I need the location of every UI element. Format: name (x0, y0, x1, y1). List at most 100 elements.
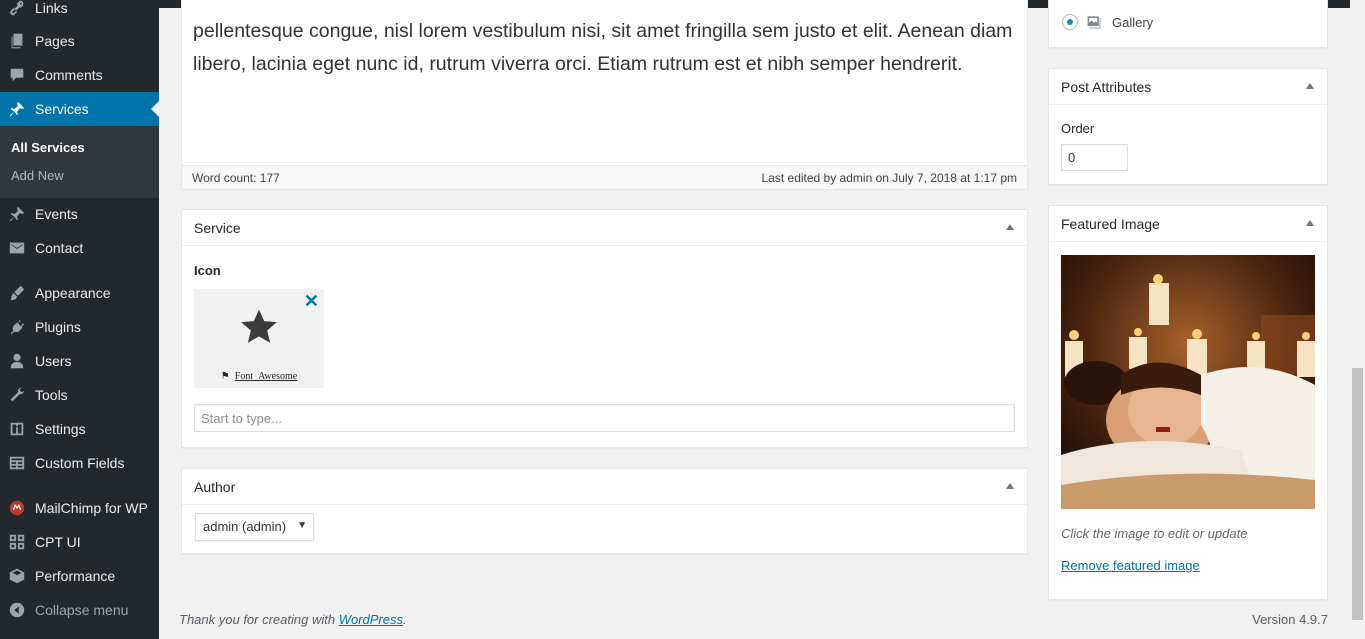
author-selected-value: admin (admin) (203, 519, 287, 534)
admin-sidebar: Links Pages Comments Services All Servic… (0, 0, 159, 639)
sidebar-item-comments[interactable]: Comments (0, 58, 159, 92)
pin-icon (7, 204, 27, 224)
sidebar-item-tools[interactable]: Tools (0, 378, 159, 412)
featured-image-thumbnail[interactable] (1061, 255, 1315, 509)
icon-search-input[interactable] (194, 404, 1015, 432)
service-metabox-header[interactable]: Service (182, 210, 1027, 246)
mailchimp-icon (7, 498, 27, 518)
featured-image-header[interactable]: Featured Image (1049, 206, 1327, 242)
order-label: Order (1061, 121, 1095, 136)
sidebar-item-label: Settings (35, 421, 86, 437)
service-metabox: Service Icon ✕ ⚑ Font_Awesome (181, 209, 1028, 448)
sidebar-item-label: MailChimp for WP (35, 500, 148, 516)
icon-source-label: Font_Awesome (234, 371, 298, 382)
sidebar-item-services[interactable]: Services (0, 92, 159, 126)
links-icon (7, 0, 27, 18)
sidebar-item-cpt-ui[interactable]: CPT UI (0, 525, 159, 559)
icon-field-label: Icon (194, 263, 221, 278)
author-metabox: Author admin (admin) ▼ (181, 468, 1028, 554)
toggle-panel-icon[interactable] (1006, 483, 1014, 489)
sidebar-item-mailchimp[interactable]: MailChimp for WP (0, 491, 159, 525)
gallery-icon (1086, 14, 1102, 30)
sidebar-item-events[interactable]: Events (0, 197, 159, 231)
post-attributes-header[interactable]: Post Attributes (1049, 69, 1327, 105)
sidebar-item-label: Performance (35, 568, 116, 584)
sidebar-item-users[interactable]: Users (0, 344, 159, 378)
brush-icon (7, 283, 27, 303)
sidebar-item-label: Events (35, 206, 78, 222)
sidebar-item-settings[interactable]: Settings (0, 412, 159, 446)
comments-icon (7, 65, 27, 85)
sidebar-item-label: Appearance (35, 285, 111, 301)
sidebar-item-performance[interactable]: Performance (0, 559, 159, 593)
sidebar-item-label: CPT UI (35, 534, 81, 550)
author-metabox-header[interactable]: Author (182, 469, 1027, 505)
mail-icon (7, 238, 27, 258)
sidebar-item-links[interactable]: Links (0, 0, 159, 25)
sidebar-item-appearance[interactable]: Appearance (0, 276, 159, 310)
footer-thanks-suffix: . (403, 612, 407, 627)
submenu-add-new[interactable]: Add New (11, 168, 64, 183)
sidebar-item-label: Tools (35, 387, 68, 403)
page-scrollbar[interactable] (1350, 0, 1365, 639)
settings-icon (7, 419, 27, 439)
toggle-panel-icon[interactable] (1306, 220, 1314, 226)
scrollbar-thumb[interactable] (1352, 368, 1363, 620)
metabox-title: Post Attributes (1061, 79, 1152, 95)
word-count: Word count: 177 (192, 171, 280, 185)
sidebar-item-label: Links (35, 0, 68, 16)
toggle-panel-icon[interactable] (1006, 224, 1014, 230)
post-attributes-metabox: Post Attributes Order 0 (1048, 68, 1328, 185)
user-icon (7, 351, 27, 371)
submenu-all-services[interactable]: All Services (11, 140, 85, 155)
editor-content[interactable]: pellentesque congue, nisl lorem vestibul… (193, 15, 1013, 80)
author-select[interactable]: admin (admin) ▼ (195, 513, 314, 541)
editor-status-bar: Word count: 177 Last edited by admin on … (182, 165, 1027, 189)
star-icon (239, 307, 279, 347)
cube-icon (7, 566, 27, 586)
footer-version: Version 4.9.7 (1252, 612, 1328, 627)
footer-thanks: Thank you for creating with WordPress. (179, 612, 407, 627)
metabox-title: Featured Image (1061, 216, 1160, 232)
toggle-panel-icon[interactable] (1306, 83, 1314, 89)
last-edited-info: Last edited by admin on July 7, 2018 at … (761, 171, 1018, 185)
metabox-title: Author (194, 479, 236, 495)
collapse-menu-button[interactable]: Collapse menu (0, 593, 159, 627)
pages-icon (7, 31, 27, 51)
sidebar-item-contact[interactable]: Contact (0, 231, 159, 265)
remove-icon-button[interactable]: ✕ (304, 291, 319, 311)
featured-image-metabox: Featured Image Click the image to edit o… (1048, 205, 1328, 600)
sidebar-item-label: Plugins (35, 319, 81, 335)
sidebar-item-label: Contact (35, 240, 84, 256)
post-editor: pellentesque congue, nisl lorem vestibul… (181, 0, 1028, 190)
featured-image-hint: Click the image to edit or update (1061, 526, 1248, 541)
sidebar-item-plugins[interactable]: Plugins (0, 310, 159, 344)
sidebar-item-custom-fields[interactable]: Custom Fields (0, 446, 159, 480)
sidebar-item-label: Pages (35, 33, 75, 49)
services-submenu: All Services Add New (0, 126, 159, 198)
wrench-icon (7, 385, 27, 405)
order-input[interactable]: 0 (1061, 144, 1128, 171)
sidebar-item-label: Comments (35, 67, 103, 83)
custom-fields-icon (7, 453, 27, 473)
sidebar-item-label: Services (35, 101, 89, 117)
metabox-title: Service (194, 220, 241, 236)
plug-icon (7, 317, 27, 337)
format-option-gallery[interactable]: Gallery (1062, 12, 1153, 32)
pin-icon (7, 99, 27, 119)
sidebar-item-pages[interactable]: Pages (0, 24, 159, 58)
flag-icon: ⚑ (220, 371, 230, 382)
gallery-radio[interactable] (1062, 14, 1078, 30)
chevron-down-icon: ▼ (297, 520, 307, 531)
sidebar-item-label: Custom Fields (35, 455, 125, 471)
icon-source-link[interactable]: ⚑ Font_Awesome (194, 371, 324, 382)
footer-thanks-prefix: Thank you for creating with (179, 612, 339, 627)
grid-icon (7, 532, 27, 552)
icon-preview: ✕ ⚑ Font_Awesome (194, 289, 324, 388)
remove-featured-image-link[interactable]: Remove featured image (1061, 558, 1200, 573)
wordpress-link[interactable]: WordPress (339, 612, 403, 627)
collapse-icon (7, 600, 27, 620)
sidebar-item-label: Collapse menu (35, 602, 129, 618)
gallery-label: Gallery (1112, 14, 1154, 30)
sidebar-item-label: Users (35, 353, 72, 369)
